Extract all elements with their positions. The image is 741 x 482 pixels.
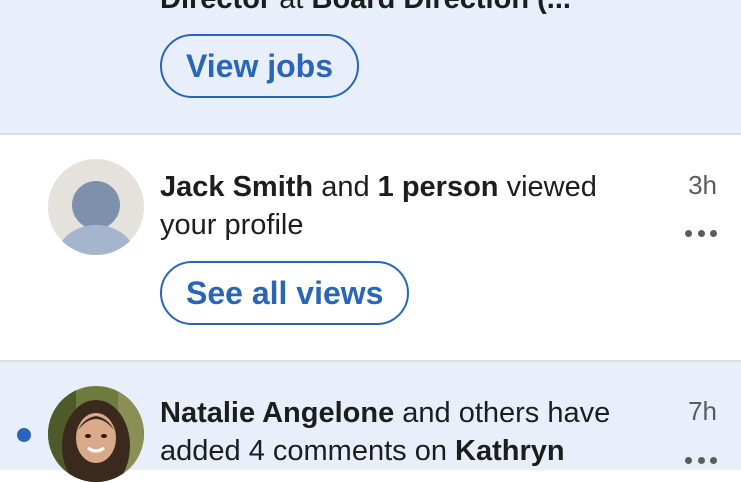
notification-item-jobs[interactable]: Director at Board Direction (... View jo… [0, 0, 741, 133]
notification-item-profile-views[interactable]: Jack Smith and 1 person viewed your prof… [0, 135, 741, 360]
timestamp: 3h [688, 170, 717, 200]
notification-text: Natalie Angelone and others have added 4… [160, 397, 611, 467]
default-person-icon[interactable] [48, 159, 144, 255]
notification-text: Jack Smith and 1 person viewed your prof… [160, 171, 597, 241]
more-options-icon[interactable] [685, 229, 717, 237]
user-photo[interactable] [48, 386, 144, 482]
see-all-views-button[interactable]: See all views [160, 261, 410, 325]
timestamp: 7h [688, 396, 717, 426]
more-options-icon[interactable] [685, 456, 717, 464]
person-name: Natalie Angelone [160, 397, 395, 429]
view-jobs-button[interactable]: View jobs [160, 34, 360, 98]
unread-indicator [17, 428, 31, 442]
notification-text: Director at Board Direction (... [160, 0, 660, 18]
notification-item-comments[interactable]: Natalie Angelone and others have added 4… [0, 362, 741, 482]
person-name: Jack Smith [160, 171, 314, 203]
